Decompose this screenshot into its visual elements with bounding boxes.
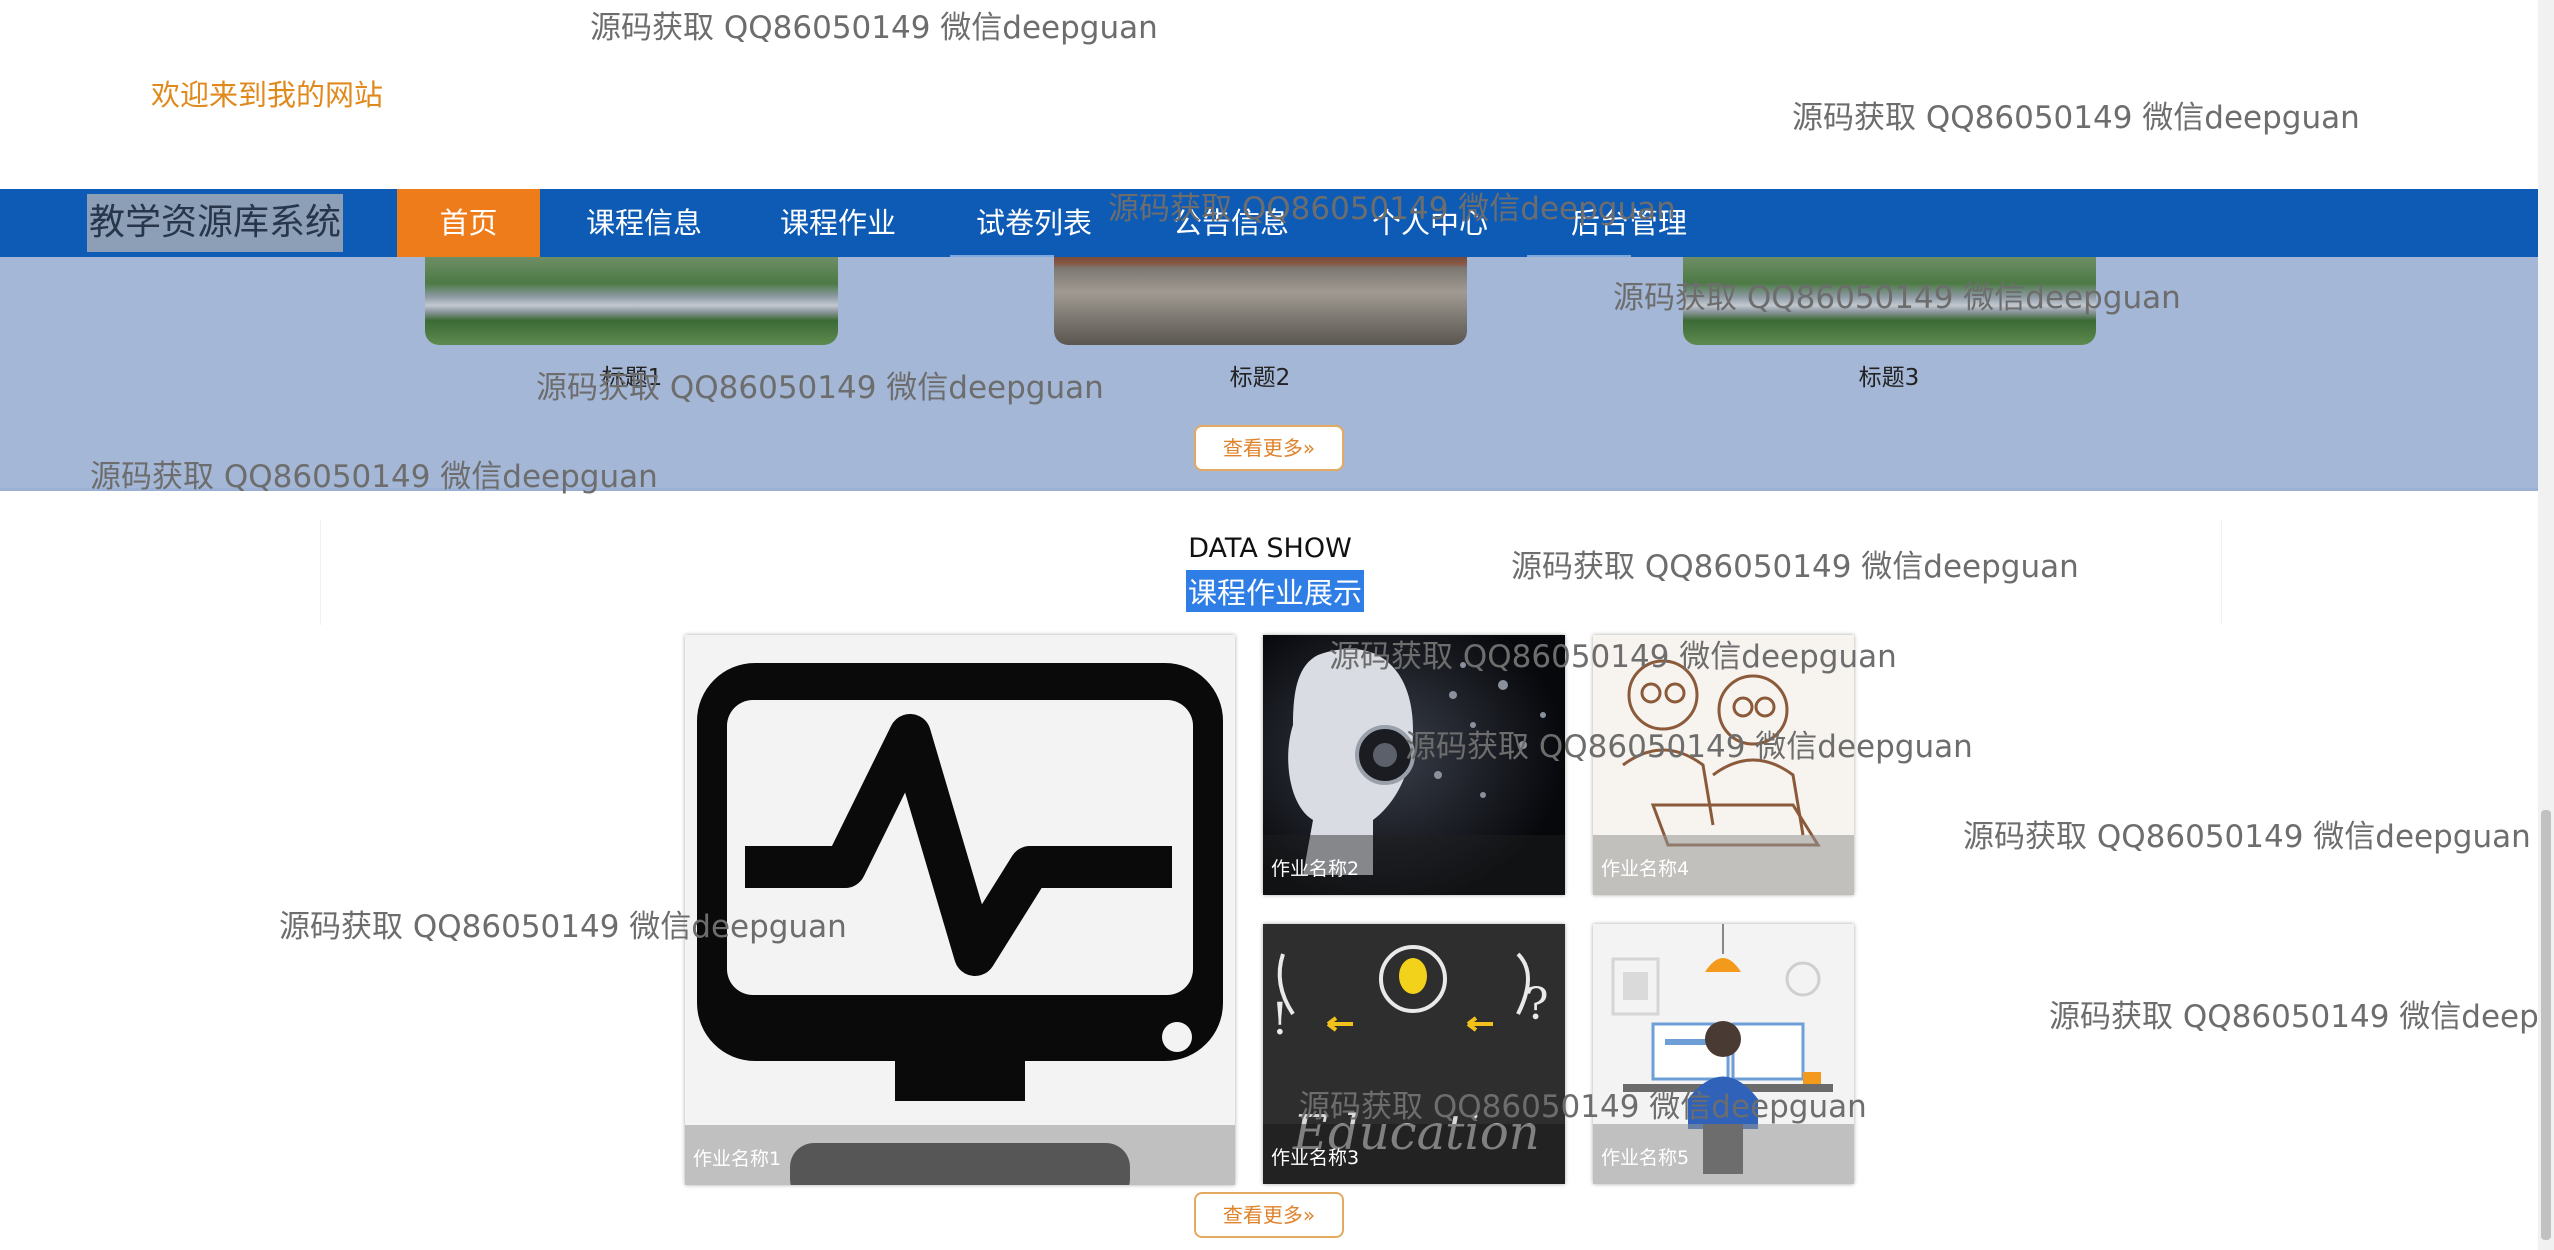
homework-card-5[interactable]: 作业名称5 [1593,924,1854,1184]
homework-name-1: 作业名称1 [693,1148,782,1170]
watermark: 源码获取 QQ86050149 微信deepguan [1511,549,2079,585]
nav-course-info[interactable]: 课程信息 [578,189,710,257]
banner-image-1[interactable] [425,257,838,345]
scrollbar-thumb[interactable] [2541,810,2551,1240]
watermark: 源码获取 QQ86050149 微信deepguan [2049,999,2554,1035]
banner-title-3[interactable]: 标题3 [1789,358,1989,392]
banner-more-button[interactable]: 查看更多» [1194,425,1344,471]
watermark: 源码获取 QQ86050149 微信deepguan [279,909,847,945]
banner-title-2[interactable]: 标题2 [1160,358,1360,392]
banner-image-2[interactable] [1054,257,1467,345]
homework-name-3: 作业名称3 [1271,1147,1360,1169]
site-brand[interactable]: 教学资源库系统 [87,194,344,252]
homework-name-2: 作业名称2 [1271,858,1360,880]
homework-name-4: 作业名称4 [1601,858,1690,880]
svg-text:!: ! [1271,994,1289,1045]
homework-name-5: 作业名称5 [1601,1147,1690,1169]
showcase-more-button[interactable]: 查看更多» [1194,1192,1344,1238]
watermark: 源码获取 QQ86050149 微信deepguan [1299,1089,1867,1125]
nav-course-homework[interactable]: 课程作业 [772,189,904,257]
welcome-text: 欢迎来到我的网站 [151,78,384,112]
watermark: 源码获取 QQ86050149 微信deepguan [90,459,658,495]
watermark: 源码获取 QQ86050149 微信deepguan [1963,819,2531,855]
watermark: 源码获取 QQ86050149 微信deepguan [1792,100,2360,136]
watermark: 源码获取 QQ86050149 微信deepguan [590,10,1158,46]
section-title: 课程作业展示 [1186,570,1365,612]
watermark: 源码获取 QQ86050149 微信deepguan [1108,191,1676,227]
watermark: 源码获取 QQ86050149 微信deepguan [536,370,1104,406]
watermark: 源码获取 QQ86050149 微信deepguan [1613,280,2181,316]
nav-exam-list[interactable]: 试卷列表 [968,189,1100,257]
watermark: 源码获取 QQ86050149 微信deepguan [1405,729,1973,765]
svg-text:?: ? [1525,979,1549,1030]
nav-home[interactable]: 首页 [397,189,540,257]
section-subtitle: DATA SHOW [1188,533,1352,564]
watermark: 源码获取 QQ86050149 微信deepguan [1329,639,1897,675]
homework-card-3[interactable]: ! ? Education 作业名称3 [1263,924,1565,1184]
